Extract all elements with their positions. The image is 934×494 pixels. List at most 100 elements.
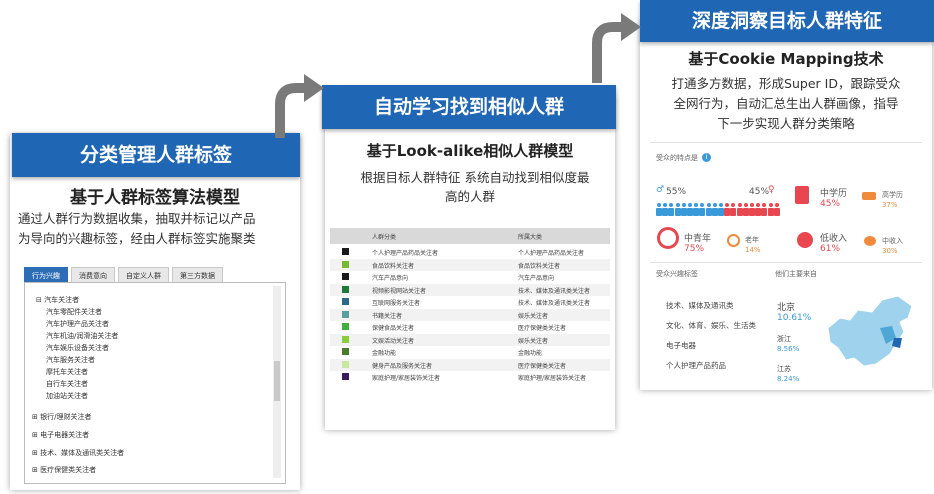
cell-category: 健身产品及服务关注者 bbox=[372, 362, 433, 370]
table-row[interactable]: 食品饮料关注者 食品饮料关注者 bbox=[330, 258, 610, 271]
cell-category: 食品饮料关注者 bbox=[372, 262, 415, 270]
tree-item[interactable]: 汽车娱乐设备关注者 bbox=[46, 343, 109, 353]
color-swatch bbox=[342, 373, 349, 380]
region-pct: 10.61% bbox=[777, 313, 812, 323]
card3-subtitle: 基于Cookie Mapping技术 bbox=[688, 50, 884, 68]
tree-item[interactable]: ⊟ 汽车关注者 bbox=[36, 295, 79, 305]
color-swatch bbox=[342, 310, 349, 318]
table-row[interactable]: 健身产品及服务关注者 医疗保健类关注者 bbox=[330, 358, 610, 371]
cell-category: 文娱活动关注者 bbox=[372, 337, 415, 345]
tree-item[interactable]: ⊞ 电子电器关注者 bbox=[32, 430, 89, 440]
cell-category: 汽车产品意向 bbox=[372, 275, 409, 282]
divider bbox=[650, 262, 922, 263]
card2-desc-line1: 根据目标人群特征 系统自动找到相似度最 bbox=[360, 170, 590, 185]
info-icon[interactable]: i bbox=[702, 153, 711, 162]
table-row[interactable]: 个人护理产品药品关注者 个人护理产品药品关注者 bbox=[330, 246, 610, 258]
region-pct: 8.56% bbox=[777, 345, 800, 353]
female-person-icon bbox=[749, 203, 755, 216]
male-person-icon bbox=[687, 203, 693, 216]
tree-item[interactable]: 摩托车关注者 bbox=[46, 367, 88, 377]
cell-parent-category: 金融功能 bbox=[518, 350, 543, 357]
education-icon bbox=[795, 186, 809, 204]
tree-item[interactable]: 汽车护理产品关注者 bbox=[46, 319, 109, 329]
cell-category: 视频影视网站关注者 bbox=[372, 287, 427, 295]
table-row[interactable]: 金融功能 金融功能 bbox=[330, 346, 610, 358]
graduation-cap-icon bbox=[862, 192, 876, 200]
tree-item[interactable]: ⊞ 技术、媒体及通讯类关注者 bbox=[32, 448, 124, 458]
female-person-icon bbox=[742, 203, 749, 216]
female-person-icon bbox=[761, 203, 768, 216]
table-row[interactable]: 书籍关注者 娱乐关注者 bbox=[330, 308, 610, 321]
scrollbar-thumb[interactable] bbox=[274, 361, 280, 401]
region-label: 他们主要来自 bbox=[775, 270, 817, 278]
young-adult-face-icon bbox=[657, 227, 679, 249]
tree-item[interactable]: ⊞ 银行/理财关注者 bbox=[32, 412, 91, 422]
female-pct: 45% bbox=[749, 187, 770, 197]
color-swatch bbox=[342, 323, 349, 330]
male-person-icon bbox=[668, 203, 675, 216]
column-header-category: 人群分类 bbox=[372, 234, 397, 241]
cell-parent-category: 个人护理产品药品关注者 bbox=[518, 250, 585, 257]
cell-parent-category: 娱乐关注者 bbox=[518, 312, 549, 320]
tree-item[interactable]: ⊞ 医疗保健类关注者 bbox=[32, 465, 96, 475]
cell-parent-category: 医疗保健类关注者 bbox=[518, 362, 567, 370]
color-swatch bbox=[342, 348, 349, 355]
interest-item: 文化、体育、娱乐、生活类 bbox=[666, 321, 756, 330]
cell-category: 保健食品关注者 bbox=[372, 325, 415, 332]
female-icon: ♀ bbox=[768, 185, 775, 195]
audience-label: 受众的特点是 bbox=[656, 154, 698, 162]
female-person-icon bbox=[724, 203, 731, 216]
cell-parent-category: 汽车产品意向 bbox=[518, 275, 555, 282]
cell-parent-category: 家庭护理/家居装饰关注者 bbox=[518, 375, 587, 382]
table-row[interactable]: 家庭护理/家居装饰关注者 家庭护理/家居装饰关注者 bbox=[330, 371, 610, 383]
tree-item[interactable]: 汽车机油/润滑油关注者 bbox=[46, 331, 118, 341]
cell-category: 个人护理产品药品关注者 bbox=[372, 250, 439, 257]
card3-desc-line2: 全网行为，自动汇总生出人群画像，指导 bbox=[673, 96, 899, 111]
interest-item: 技术、媒体及通讯类 bbox=[666, 301, 734, 310]
arrow-icon-step2 bbox=[592, 13, 641, 83]
interest-item: 电子电器 bbox=[666, 341, 696, 350]
male-person-icon bbox=[662, 203, 669, 216]
card2-desc-line2: 高的人群 bbox=[444, 189, 495, 204]
interest-item: 个人护理产品药品 bbox=[666, 361, 726, 370]
table-row[interactable]: 互联网服务关注者 技术、媒体及通讯类关注者 bbox=[330, 296, 610, 308]
card2-subtitle: 基于Look-alike相似人群模型 bbox=[366, 142, 574, 160]
cell-category: 书籍关注者 bbox=[372, 312, 403, 320]
cell-parent-category: 食品饮料关注者 bbox=[518, 262, 561, 270]
age-main-pct: 75% bbox=[684, 244, 705, 254]
tree-item[interactable]: 自行车关注者 bbox=[46, 379, 88, 389]
tree-item[interactable]: 汽车零配件关注者 bbox=[46, 307, 102, 317]
card1-desc-line2: 为导向的兴趣标签，经由人群标签实施聚类 bbox=[18, 231, 256, 246]
male-person-icon bbox=[718, 203, 724, 216]
income-low-label: 低收入 bbox=[820, 234, 848, 244]
card3-desc-line1: 打通多方数据，形成Super ID，跟踪受众 bbox=[671, 76, 901, 91]
income-low-pct: 61% bbox=[820, 244, 841, 254]
male-person-icon bbox=[680, 203, 687, 216]
color-swatch bbox=[342, 260, 349, 268]
tree-item[interactable]: 汽车服务关注者 bbox=[46, 355, 95, 365]
region-name: 江苏 bbox=[777, 365, 791, 373]
male-pct: 55% bbox=[666, 187, 687, 197]
arrow-icon-step1 bbox=[275, 74, 324, 138]
table-row[interactable]: 视频影视网站关注者 技术、媒体及通讯类关注者 bbox=[330, 283, 610, 296]
color-swatch bbox=[342, 335, 349, 343]
edu-main-pct: 45% bbox=[820, 199, 841, 209]
color-swatch bbox=[342, 360, 349, 368]
female-person-icon bbox=[730, 203, 737, 216]
tree-scrollbar[interactable] bbox=[273, 286, 281, 478]
female-person-icon bbox=[736, 203, 743, 216]
edu-main-label: 中学历 bbox=[820, 189, 848, 199]
color-swatch bbox=[342, 298, 349, 305]
table-header: 人群分类 所属大类 bbox=[330, 228, 610, 244]
table-row[interactable]: 文娱活动关注者 娱乐关注者 bbox=[330, 333, 610, 346]
interest-label: 受众兴趣标签 bbox=[656, 270, 698, 278]
cell-category: 家庭护理/家居装饰关注者 bbox=[372, 375, 441, 382]
tree-item[interactable]: 加油站关注者 bbox=[46, 391, 88, 401]
coins-icon bbox=[797, 232, 813, 248]
male-person-icon bbox=[674, 203, 681, 216]
elderly-face-icon bbox=[727, 234, 740, 247]
table-row[interactable]: 汽车产品意向 汽车产品意向 bbox=[330, 271, 610, 283]
region-pct: 8.24% bbox=[777, 375, 800, 383]
color-swatch bbox=[342, 273, 349, 280]
table-row[interactable]: 保健食品关注者 医疗保健类关注者 bbox=[330, 321, 610, 333]
